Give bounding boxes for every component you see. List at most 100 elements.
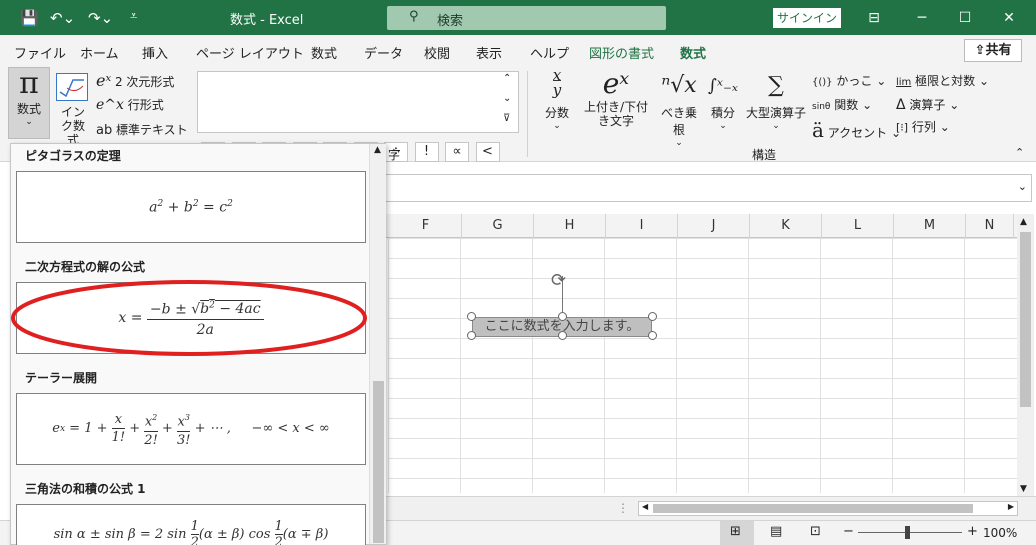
- expand-formula-bar-icon[interactable]: ⌄: [1018, 180, 1027, 193]
- tab-help[interactable]: ヘルプ: [530, 43, 569, 62]
- ink-equation-button[interactable]: インク数式: [58, 105, 88, 147]
- accent-button[interactable]: ä アクセント ⌄: [812, 118, 901, 142]
- column-header[interactable]: F: [390, 214, 462, 238]
- scroll-up-icon[interactable]: ▲: [1020, 217, 1027, 227]
- column-header[interactable]: M: [894, 214, 966, 238]
- symbol-button[interactable]: <: [475, 142, 500, 162]
- column-headers: FGHIJKLMN: [372, 214, 1017, 238]
- zoom-in-button[interactable]: +: [967, 524, 978, 539]
- page-break-view-icon[interactable]: ⊡: [810, 524, 821, 539]
- matrix-icon: [⁝]: [896, 121, 909, 134]
- scroll-right-icon[interactable]: ▶: [1008, 502, 1014, 511]
- limit-icon: lim: [896, 77, 912, 88]
- gallery-scrollbar[interactable]: ▲: [369, 144, 386, 544]
- resize-handle[interactable]: [558, 312, 567, 321]
- cell-grid[interactable]: [388, 238, 1017, 493]
- resize-handle[interactable]: [467, 331, 476, 340]
- script-button[interactable]: eˣ 上付き/下付き文字: [579, 68, 653, 129]
- scroll-down-icon[interactable]: ▼: [1020, 484, 1027, 494]
- operator-button[interactable]: Δ 演算子 ⌄: [896, 96, 959, 113]
- large-operator-label: 大型演算子: [745, 106, 806, 120]
- formula-bar[interactable]: ⌄: [372, 174, 1032, 202]
- tab-shape-format[interactable]: 図形の書式: [589, 43, 654, 62]
- resize-handle[interactable]: [648, 312, 657, 321]
- matrix-button[interactable]: [⁝] 行列 ⌄: [896, 118, 950, 135]
- save-icon[interactable]: 💾: [20, 9, 39, 27]
- equation-button[interactable]: π 数式 ⌄: [8, 67, 50, 139]
- column-header[interactable]: K: [750, 214, 822, 238]
- column-header[interactable]: L: [822, 214, 894, 238]
- customize-qat-icon[interactable]: ⩡: [130, 9, 137, 24]
- column-header[interactable]: G: [462, 214, 534, 238]
- radical-button[interactable]: ⁿ√x べき乗根 ⌄: [656, 68, 702, 148]
- tab-view[interactable]: 表示: [476, 43, 502, 62]
- resize-handle[interactable]: [467, 312, 476, 321]
- tab-home[interactable]: ホーム: [80, 43, 119, 62]
- tab-insert[interactable]: 挿入: [142, 43, 168, 62]
- professional-button[interactable]: eˣ 2 次元形式: [96, 71, 174, 90]
- linear-label: 行形式: [127, 98, 164, 112]
- column-header[interactable]: H: [534, 214, 606, 238]
- linear-button[interactable]: e^x 行形式: [96, 96, 164, 113]
- fraction-button[interactable]: xy 分数 ⌄: [541, 68, 573, 132]
- tab-file[interactable]: ファイル: [14, 43, 66, 62]
- ribbon-display-icon[interactable]: ⊟: [864, 8, 884, 28]
- bracket-button[interactable]: {()} かっこ ⌄: [812, 72, 886, 89]
- zoom-level[interactable]: 100%: [983, 526, 1017, 540]
- radical-icon: ⁿ√x: [661, 73, 697, 98]
- group-label-structures: 構造: [752, 148, 777, 162]
- collapse-ribbon-icon[interactable]: ⌃: [1015, 146, 1024, 159]
- tab-formulas[interactable]: 数式: [311, 43, 337, 62]
- window-title: 数式 - Excel: [230, 13, 304, 28]
- redo-icon[interactable]: ↷⌄: [88, 9, 113, 27]
- minimize-button[interactable]: ─: [912, 8, 932, 28]
- split-handle-icon[interactable]: ⋮: [617, 501, 629, 515]
- vertical-scrollbar[interactable]: ▲ ▼: [1017, 214, 1034, 496]
- linear-format-icon: e^x: [96, 97, 124, 113]
- column-header[interactable]: I: [606, 214, 678, 238]
- close-button[interactable]: ✕: [999, 8, 1019, 28]
- signin-button[interactable]: サインイン: [773, 8, 841, 28]
- large-operator-button[interactable]: ∑ 大型演算子 ⌄: [744, 68, 808, 131]
- maximize-button[interactable]: ☐: [955, 8, 975, 28]
- gallery-more-icon[interactable]: ⊽: [503, 113, 510, 124]
- scroll-thumb[interactable]: [1020, 232, 1031, 407]
- rotate-handle-icon[interactable]: ⟳: [551, 270, 566, 291]
- tab-data[interactable]: データ: [364, 43, 403, 62]
- share-button[interactable]: ⇪共有: [964, 39, 1022, 62]
- equation-preview: sin α ± sin β = 2 sin 1 2 (α ± β) cos 1 2 (α…: [53, 519, 329, 545]
- scroll-up-icon[interactable]: ▲: [374, 145, 381, 155]
- gallery-item-pythagorean[interactable]: a2 + b2 = c2: [16, 171, 366, 243]
- undo-icon[interactable]: ↶⌄: [50, 9, 75, 27]
- tab-page-layout[interactable]: ページ レイアウト: [196, 43, 304, 62]
- page-layout-view-icon[interactable]: ▤: [770, 524, 782, 539]
- column-header[interactable]: N: [966, 214, 1014, 238]
- horizontal-scrollbar[interactable]: ◀ ▶: [638, 501, 1018, 516]
- gallery-down-icon[interactable]: ⌄: [503, 93, 511, 104]
- column-header[interactable]: J: [678, 214, 750, 238]
- tab-review[interactable]: 校閲: [424, 43, 450, 62]
- limit-button[interactable]: lim 極限と対数 ⌄: [896, 72, 989, 89]
- limit-label: 極限と対数: [915, 74, 976, 88]
- gallery-up-icon[interactable]: ⌃: [503, 73, 511, 84]
- gallery-item-trig[interactable]: sin α ± sin β = 2 sin 1 2 (α ± β) cos 1 2 (α…: [16, 504, 366, 545]
- share-label: 共有: [985, 43, 1012, 58]
- normal-view-button[interactable]: ⊞: [720, 521, 754, 545]
- normal-text-button[interactable]: ab 標準テキスト: [96, 121, 188, 138]
- scroll-thumb[interactable]: [373, 381, 384, 543]
- zoom-slider[interactable]: [858, 526, 962, 539]
- symbol-button[interactable]: ∝: [445, 142, 469, 162]
- zoom-out-button[interactable]: −: [843, 524, 854, 539]
- search-box[interactable]: ⚲ 検索: [387, 6, 666, 30]
- title-bar: 💾 ↶⌄ ↷⌄ ⩡ 数式 - Excel ⚲ 検索 サインイン ⊟ ─ ☐ ✕: [0, 0, 1036, 35]
- zoom-slider-thumb[interactable]: [905, 526, 910, 539]
- resize-handle[interactable]: [558, 331, 567, 340]
- scroll-left-icon[interactable]: ◀: [642, 502, 648, 511]
- resize-handle[interactable]: [648, 331, 657, 340]
- function-button[interactable]: sinθ 関数 ⌄: [812, 96, 872, 113]
- symbol-button[interactable]: !: [414, 142, 439, 162]
- professional-label: 2 次元形式: [114, 75, 175, 89]
- integral-button[interactable]: ∫ˣ₋ₓ 積分 ⌄: [706, 68, 740, 131]
- scroll-thumb[interactable]: [653, 504, 973, 513]
- gallery-item-taylor[interactable]: ex = 1 + x 1! + x2 2! + x3 3! + ⋯ , −∞ < x …: [16, 393, 366, 465]
